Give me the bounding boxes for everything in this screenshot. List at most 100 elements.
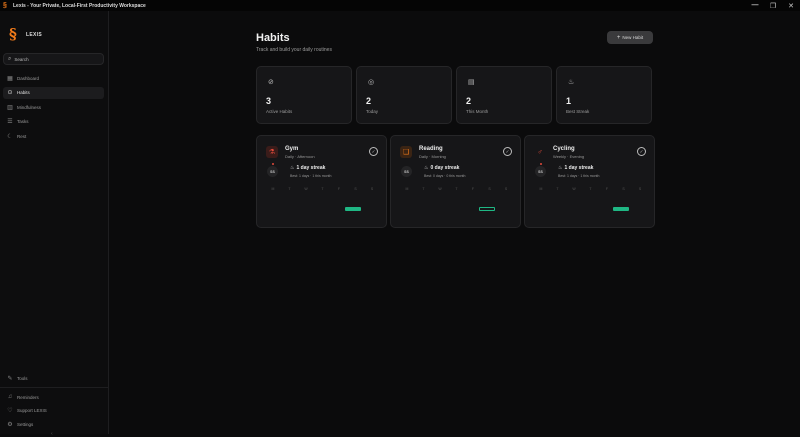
weekday-label: W [572,187,576,191]
weekday-label: M [271,187,275,191]
brand: § LEXIS [9,27,42,42]
search-input[interactable]: ⌕ Search [3,53,104,65]
weekday-label: F [337,187,341,191]
habit-name: Reading [419,146,443,152]
complete-habit-button[interactable]: ✓ [637,147,646,156]
habit-schedule: Daily · Afternoon [285,154,315,159]
weekday-label: S [638,187,642,191]
check-circle-icon: ⊘ [268,79,274,86]
habit-schedule: Daily · Morning [419,154,446,159]
weekday-label: F [471,187,475,191]
weekday-label: M [405,187,409,191]
page-subtitle: Track and build your daily routines [256,47,332,53]
weekday-label: T [589,187,592,191]
list-icon: ☰ [7,119,13,125]
weekday-label: T [321,187,324,191]
stat-card-today: ◎ 2 Today [356,66,452,124]
habit-schedule: Weekly · Evening [553,154,585,159]
weekday-row: M T W T F S S [402,187,511,191]
sidebar-item-dashboard[interactable]: ▦ Dashboard [3,72,104,84]
flame-icon: ♨ [568,79,575,86]
title-bar: § Lexis - Your Private, Local-First Prod… [0,0,800,11]
weekday-row: M T W T F S S [536,187,645,191]
lexis-logo-icon: § [9,25,17,43]
sidebar-item-mindfulness[interactable]: ▥ Mindfulness [3,101,104,113]
wrench-icon: ✎ [7,375,13,382]
plus-icon: + [616,34,621,41]
sidebar-item-label: Tasks [17,119,29,124]
stat-value: 2 [366,96,372,106]
maximize-button[interactable]: ❐ [764,2,782,10]
minimize-button[interactable]: — [746,2,764,10]
sidebar-nav: ▦ Dashboard ⊙ Habits ▥ Mindfulness ☰ Tas… [3,72,104,145]
weekday-label: T [556,187,559,191]
habit-streak-text: 0 day streak [430,165,460,171]
sidebar-item-tools[interactable]: ✎ Tools [3,372,104,384]
grid-icon: ▦ [7,75,13,82]
habit-best: Best: 1 days · 1 this month [558,174,600,178]
sidebar-item-support[interactable]: ♡ Support LEXIS [3,405,104,417]
sidebar-item-tasks[interactable]: ☰ Tasks [3,116,104,128]
stat-value: 3 [266,96,272,106]
habit-name: Gym [285,146,299,152]
stat-card-this-month: ▤ 2 This Month [456,66,552,124]
sidebar-item-reminders[interactable]: ♫ Reminders [3,391,104,403]
habit-streak: ♨ 1 day streak [558,165,593,171]
weekday-label: T [422,187,425,191]
weekday-label: S [488,187,491,191]
heart-icon: ♡ [7,408,13,414]
flame-icon: ♨ [290,165,295,171]
brand-name: LEXIS [26,31,42,38]
sleep-icon: ☾ [7,133,13,140]
weekday-label: F [605,187,609,191]
sidebar-item-label: Habits [17,90,30,95]
weekday-label: W [304,187,308,191]
flame-icon: ♨ [558,165,563,171]
sidebar-bottom-nav: ♫ Reminders ♡ Support LEXIS ⚙ Settings [3,391,104,432]
sidebar-divider [0,387,108,388]
habit-card-gym[interactable]: ⚗ Gym Daily · Afternoon ✓ SS ♨ 1 day stre… [256,135,387,228]
close-button[interactable]: ✕ [782,2,800,10]
habit-best: Best: 0 days · 0 this month [424,174,466,178]
habit-card-reading[interactable]: ❑ Reading Daily · Morning ✓ S S ♨ 0 day st… [390,135,521,228]
progress-indicator [479,207,495,211]
habit-streak: ♨ 0 day streak [424,165,459,171]
sidebar-item-label: Mindfulness [17,104,42,110]
stat-label: Best Streak [566,109,590,114]
complete-habit-button[interactable]: ✓ [503,147,512,156]
progress-indicator [345,207,361,211]
sidebar-item-habits[interactable]: ⊙ Habits [3,86,104,99]
habit-name: Cycling [553,146,575,152]
sidebar-item-label: Settings [17,421,34,427]
sidebar-item-label: Rest [17,133,27,139]
sidebar-item-label: Tools [17,375,28,381]
weekday-label: W [438,187,442,191]
sidebar-item-label: Reminders [17,394,39,400]
habit-streak: ♨ 1 day streak [290,165,325,171]
target-icon: ◎ [368,79,375,86]
status-dot [540,163,542,165]
page-title: Habits [256,32,290,44]
bike-icon: ♂ [534,146,546,158]
book-icon: ❑ [400,146,412,158]
progress-indicator [613,207,629,211]
weekday-label: M [539,187,543,191]
complete-habit-button[interactable]: ✓ [369,147,378,156]
weekday-label: S [622,187,625,191]
sidebar-item-rest[interactable]: ☾ Rest [3,130,104,142]
window-title: Lexis - Your Private, Local-First Produc… [13,2,146,9]
check-circle-icon: ⊙ [7,90,13,96]
stat-label: Active Habits [266,109,293,114]
stat-card-best-streak: ♨ 1 Best Streak [556,66,652,124]
app-logo-icon: § [3,2,7,9]
habit-best: Best: 1 days · 1 this month [290,174,332,178]
new-habit-button[interactable]: + New Habit [607,31,653,44]
habit-card-cycling[interactable]: ♂ Cycling Weekly · Evening ✓ SS ♨ 1 day s… [524,135,655,228]
sidebar-item-label: Support LEXIS [17,408,47,413]
sidebar-item-settings[interactable]: ⚙ Settings [3,418,104,430]
stat-card-active-habits: ⊘ 3 Active Habits [256,66,352,124]
search-icon: ⌕ [8,55,12,62]
day-badge: SS [535,166,546,177]
weekday-label: S [504,187,508,191]
collapse-sidebar-button[interactable]: ‹ [51,431,53,437]
